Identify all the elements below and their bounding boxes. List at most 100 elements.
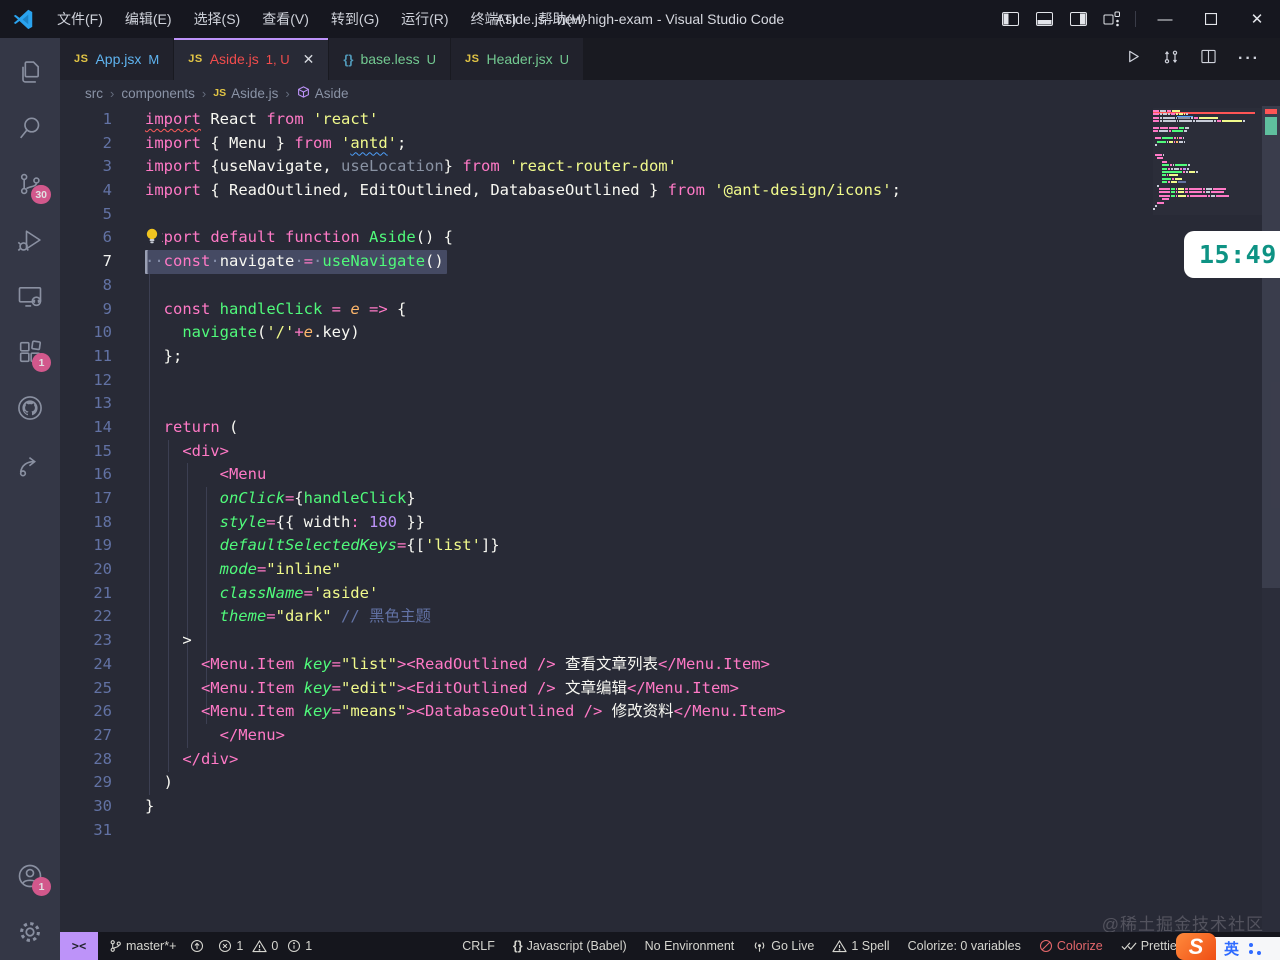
- code-line-31[interactable]: 31: [60, 819, 1262, 843]
- ime-menu-icon[interactable]: [1249, 942, 1262, 955]
- menu-item-5[interactable]: 运行(R): [390, 0, 459, 38]
- code-line-11[interactable]: 11};: [60, 345, 1262, 369]
- code-line-27[interactable]: 27 </Menu>: [60, 724, 1262, 748]
- token: useLocation: [341, 157, 444, 176]
- tab-Aside.js[interactable]: JS Aside.js 1, U ✕: [174, 38, 330, 80]
- code-line-5[interactable]: 5: [60, 203, 1262, 227]
- minimap[interactable]: [1153, 108, 1262, 215]
- code-line-28[interactable]: 28 </div>: [60, 748, 1262, 772]
- code-line-7[interactable]: 7 ··const·navigate·=·useNavigate(): [60, 250, 1262, 274]
- ime-logo[interactable]: S: [1176, 933, 1216, 960]
- line-number: 15: [93, 441, 112, 460]
- minimize-button[interactable]: —: [1142, 0, 1188, 38]
- git-branch-status[interactable]: master*+: [102, 932, 183, 960]
- colorize-button[interactable]: Colorize: [1032, 932, 1110, 960]
- breadcrumb-item-components[interactable]: components: [121, 86, 195, 101]
- code-line-30[interactable]: 30}: [60, 795, 1262, 819]
- toggle-sidebar-icon[interactable]: [993, 0, 1027, 38]
- toggle-secondary-sidebar-icon[interactable]: [1061, 0, 1095, 38]
- eol-indicator[interactable]: CRLF: [455, 932, 502, 960]
- code-line-21[interactable]: 21 className='aside': [60, 582, 1262, 606]
- code-line-17[interactable]: 17 onClick={handleClick}: [60, 487, 1262, 511]
- code-line-16[interactable]: 16 <Menu: [60, 463, 1262, 487]
- close-tab-icon[interactable]: ✕: [303, 51, 315, 68]
- problems-status[interactable]: 1 0 1: [211, 932, 319, 960]
- toggle-panel-icon[interactable]: [1027, 0, 1061, 38]
- token: mode: [219, 560, 257, 579]
- code-editor[interactable]: 1 import React from 'react' 2 import { Menu…: [60, 106, 1280, 932]
- ime-toolbar[interactable]: 英: [1212, 937, 1280, 960]
- code-line-10[interactable]: 10 navigate('/'+e.key): [60, 321, 1262, 345]
- colorize-variables-status[interactable]: Colorize: 0 variables: [901, 932, 1028, 960]
- activity-run-debug-icon[interactable]: [6, 212, 54, 268]
- code-line-8[interactable]: 8: [60, 274, 1262, 298]
- remote-indicator[interactable]: ><: [60, 932, 98, 960]
- open-changes-icon[interactable]: [1163, 49, 1179, 70]
- code-line-23[interactable]: 23 >: [60, 629, 1262, 653]
- code-line-14[interactable]: 14 return (: [60, 416, 1262, 440]
- code-line-22[interactable]: 22 theme="dark" // 黑色主题: [60, 605, 1262, 629]
- menu-item-3[interactable]: 查看(V): [251, 0, 320, 38]
- activity-remote-explorer-icon[interactable]: [6, 268, 54, 324]
- customize-layout-icon[interactable]: [1095, 0, 1129, 38]
- code-line-18[interactable]: 18 style={{ width: 180 }}: [60, 511, 1262, 535]
- code-line-9[interactable]: 9 const handleClick = e => {: [60, 298, 1262, 322]
- line-number: 25: [93, 678, 112, 697]
- publish-changes-icon[interactable]: [183, 932, 211, 960]
- run-icon[interactable]: [1126, 49, 1141, 69]
- ime-mode-indicator[interactable]: 英: [1224, 938, 1239, 959]
- activity-source-control-icon[interactable]: 30: [6, 156, 54, 212]
- code-line-15[interactable]: 15 <div>: [60, 440, 1262, 464]
- spell-checker-status[interactable]: 1 Spell: [825, 932, 896, 960]
- activity-extensions-icon[interactable]: 1: [6, 324, 54, 380]
- tab-App.jsx[interactable]: JS App.jsx M: [60, 38, 175, 80]
- language-mode[interactable]: {} Javascript (Babel): [506, 932, 634, 960]
- scrollbar-slider[interactable]: [1262, 106, 1280, 588]
- menu-item-4[interactable]: 转到(G): [320, 0, 390, 38]
- split-editor-icon[interactable]: [1201, 49, 1216, 69]
- environment-indicator[interactable]: No Environment: [638, 932, 742, 960]
- code-line-4[interactable]: 4 import { ReadOutlined, EditOutlined, Da…: [60, 179, 1262, 203]
- breadcrumb-item-Aside.js[interactable]: JS Aside.js: [213, 86, 278, 101]
- activity-account-icon[interactable]: 1: [6, 848, 54, 904]
- maximize-button[interactable]: [1188, 0, 1234, 38]
- code-line-20[interactable]: 20 mode="inline": [60, 558, 1262, 582]
- breadcrumb-item-src[interactable]: src: [85, 86, 103, 101]
- token: </Menu>: [219, 725, 285, 744]
- line-number: 31: [93, 820, 112, 839]
- tab-base.less[interactable]: {} base.less U: [329, 38, 451, 80]
- line-number: 23: [93, 631, 112, 650]
- activity-live-share-icon[interactable]: [6, 436, 54, 492]
- menu-item-7[interactable]: 帮助(H): [527, 0, 596, 38]
- go-live-button[interactable]: Go Live: [745, 932, 821, 960]
- code-line-19[interactable]: 19 defaultSelectedKeys={['list']}: [60, 534, 1262, 558]
- menu-item-2[interactable]: 选择(S): [183, 0, 252, 38]
- code-line-13[interactable]: 13: [60, 392, 1262, 416]
- lightbulb-icon[interactable]: [142, 226, 162, 247]
- activity-search-icon[interactable]: [6, 100, 54, 156]
- line-content: defaultSelectedKeys={['list']}: [145, 534, 500, 558]
- code-line-6[interactable]: 6 export default function Aside() {: [60, 226, 1262, 250]
- activity-explorer-icon[interactable]: [6, 44, 54, 100]
- token: />: [527, 678, 556, 697]
- code-line-26[interactable]: 26 <Menu.Item key="means"><DatabaseOutlin…: [60, 700, 1262, 724]
- menu-item-6[interactable]: 终端(T): [460, 0, 528, 38]
- code-line-3[interactable]: 3 import {useNavigate, useLocation} from …: [60, 155, 1262, 179]
- code-line-12[interactable]: 12: [60, 369, 1262, 393]
- tab-Header.jsx[interactable]: JS Header.jsx U: [450, 38, 584, 80]
- code-line-1[interactable]: 1 import React from 'react': [60, 108, 1262, 132]
- menu-item-1[interactable]: 编辑(E): [114, 0, 183, 38]
- code-line-2[interactable]: 2 import { Menu } from 'antd';: [60, 132, 1262, 156]
- activity-github-icon[interactable]: [6, 380, 54, 436]
- menu-item-0[interactable]: 文件(F): [46, 0, 114, 38]
- code-line-25[interactable]: 25 <Menu.Item key="edit"><EditOutlined />…: [60, 677, 1262, 701]
- breadcrumb-item-Aside[interactable]: Aside: [297, 85, 348, 102]
- activity-settings-icon[interactable]: [6, 904, 54, 960]
- code-line-24[interactable]: 24 <Menu.Item key="list"><ReadOutlined />…: [60, 653, 1262, 677]
- close-window-button[interactable]: ✕: [1234, 0, 1280, 38]
- code-line-29[interactable]: 29): [60, 771, 1262, 795]
- more-actions-icon[interactable]: ···: [1238, 50, 1260, 68]
- vertical-scrollbar[interactable]: [1262, 106, 1280, 932]
